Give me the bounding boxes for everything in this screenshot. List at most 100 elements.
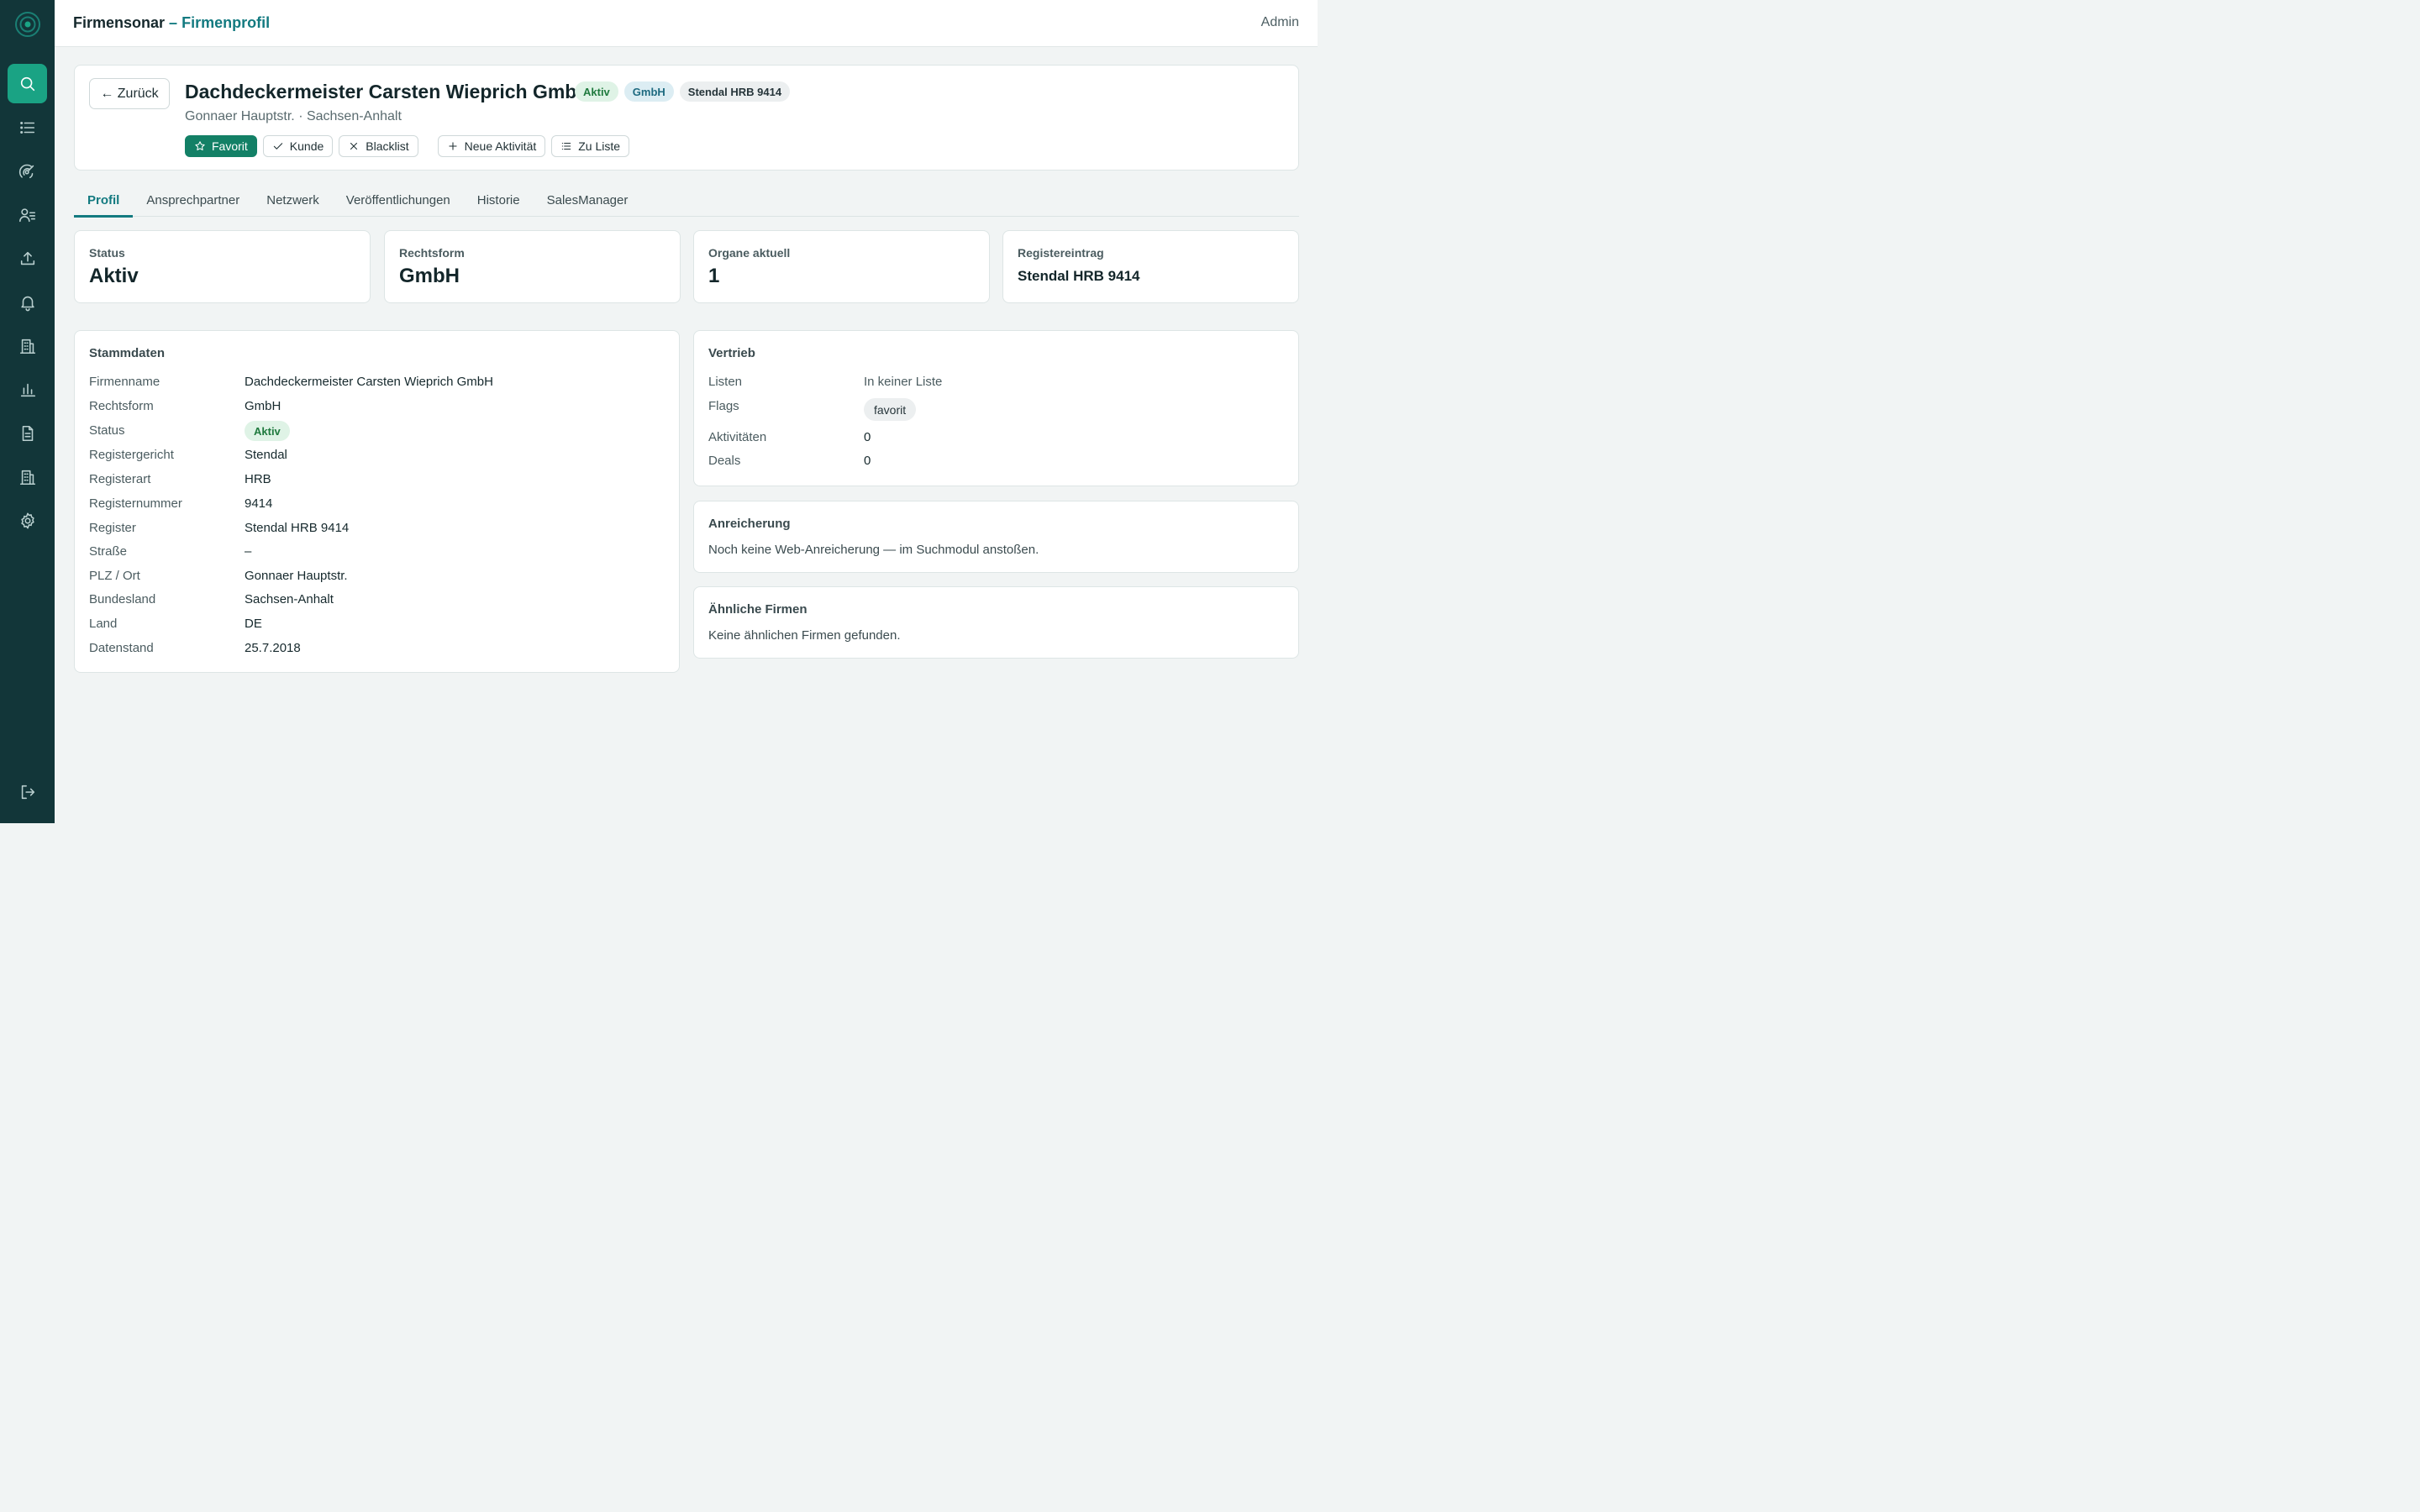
detail-key: Aktivitäten — [708, 430, 767, 444]
detail-key: Registerart — [89, 472, 151, 486]
user-list-icon — [18, 207, 35, 222]
detail-row-listen: Listen In keiner Liste — [708, 375, 942, 389]
building-icon — [19, 339, 35, 354]
detail-value: 9414 — [245, 496, 273, 511]
stammdaten-card: Stammdaten Firmenname Dachdeckermeister … — [74, 330, 680, 673]
nav-upload[interactable] — [8, 239, 47, 278]
status-pill: Aktiv — [245, 421, 290, 441]
search-icon — [20, 76, 34, 91]
nav-logout[interactable] — [8, 772, 47, 811]
detail-row-aktivitaeten: Aktivitäten 0 — [708, 430, 871, 444]
detail-key: Status — [89, 423, 125, 438]
gear-icon — [20, 512, 34, 528]
bar-chart-icon — [20, 383, 35, 396]
nav-settings[interactable] — [8, 501, 47, 540]
sidebar — [0, 0, 55, 823]
tab-salesmanager[interactable]: SalesManager — [534, 183, 642, 217]
section-title: Anreicherung — [708, 517, 791, 531]
detail-row-register: Register Stendal HRB 9414 — [89, 521, 349, 535]
tab-historie[interactable]: Historie — [464, 183, 534, 217]
company-badges: Aktiv GmbH Stendal HRB 9414 — [575, 81, 791, 102]
detail-key: Straße — [89, 544, 128, 559]
star-icon — [195, 141, 205, 151]
building-alt-icon — [19, 470, 35, 485]
nav-contacts[interactable] — [8, 195, 47, 234]
nav-companies[interactable] — [8, 326, 47, 365]
add-to-list-label: Zu Liste — [578, 139, 621, 153]
blacklist-label: Blacklist — [366, 139, 409, 153]
nav-register[interactable] — [8, 457, 47, 496]
stat-label: Registereintrag — [1018, 246, 1104, 260]
favorite-label: Favorit — [212, 139, 248, 153]
nav-documents[interactable] — [8, 413, 47, 453]
tab-profil[interactable]: Profil — [74, 183, 134, 218]
customer-button[interactable]: Kunde — [262, 135, 334, 157]
detail-key: PLZ / Ort — [89, 569, 140, 583]
detail-value: Sachsen-Anhalt — [245, 592, 334, 606]
detail-row-land: Land DE — [89, 617, 262, 631]
legal-form-badge: GmbH — [623, 81, 674, 102]
radar-logo-icon — [15, 12, 40, 37]
stat-card-rechtsform: Rechtsform GmbH — [384, 230, 681, 303]
radar-icon — [18, 164, 34, 178]
check-icon — [273, 143, 282, 150]
register-badge: Stendal HRB 9414 — [679, 81, 791, 102]
blacklist-button[interactable]: Blacklist — [339, 135, 418, 157]
stat-label: Organe aktuell — [708, 246, 791, 260]
favorite-button[interactable]: Favorit — [185, 135, 257, 157]
add-to-list-button[interactable]: Zu Liste — [551, 135, 630, 157]
stat-value: Aktiv — [89, 265, 139, 287]
section-title: Stammdaten — [89, 346, 166, 360]
tab-veroeffentlichungen[interactable]: Veröffentlichungen — [333, 183, 464, 217]
nav-notifications[interactable] — [8, 282, 47, 322]
tab-ansprechpartner[interactable]: Ansprechpartner — [133, 183, 253, 217]
nav-analytics[interactable] — [8, 370, 47, 409]
detail-value: Stendal HRB 9414 — [245, 521, 350, 535]
detail-value: 25.7.2018 — [245, 641, 301, 655]
nav-lists[interactable] — [8, 108, 47, 147]
detail-row-plz-ort: PLZ / Ort Gonnaer Hauptstr. — [89, 569, 348, 583]
detail-value: 0 — [864, 454, 871, 468]
upload-icon — [20, 251, 34, 265]
nav-radar[interactable] — [8, 151, 47, 191]
back-button[interactable]: ← Zurück — [89, 78, 170, 109]
stat-value: Stendal HRB 9414 — [1018, 268, 1140, 284]
new-activity-label: Neue Aktivität — [464, 139, 537, 153]
detail-row-registernummer: Registernummer 9414 — [89, 496, 272, 511]
page-title: Firmensonar – Firmenprofil — [73, 14, 270, 32]
detail-value: DE — [245, 617, 262, 631]
detail-key: Firmenname — [89, 375, 160, 389]
profile-tabs: Profil Ansprechpartner Netzwerk Veröffen… — [74, 183, 1299, 218]
title-separator: – — [169, 14, 178, 31]
detail-key: Registernummer — [89, 496, 182, 511]
new-activity-button[interactable]: Neue Aktivität — [437, 135, 546, 157]
stat-card-organe: Organe aktuell 1 — [693, 230, 990, 303]
detail-key: Land — [89, 617, 118, 631]
detail-value: favorit — [864, 398, 917, 421]
company-header-card: ← Zurück Dachdeckermeister Carsten Wiepr… — [74, 65, 1299, 171]
user-menu[interactable]: Admin — [1261, 15, 1299, 30]
stat-card-status: Status Aktiv — [74, 230, 371, 303]
detail-value: HRB — [245, 472, 271, 486]
logout-icon — [21, 785, 34, 799]
section-title: Ähnliche Firmen — [708, 602, 808, 617]
section-title: Vertrieb — [708, 346, 755, 360]
tab-netzwerk[interactable]: Netzwerk — [253, 183, 333, 217]
detail-key: Register — [89, 521, 136, 535]
detail-row-datenstand: Datenstand 25.7.2018 — [89, 641, 301, 655]
stat-value: 1 — [708, 265, 720, 287]
detail-value: Gonnaer Hauptstr. — [245, 569, 348, 583]
close-icon — [350, 142, 358, 150]
vertrieb-card: Vertrieb Listen In keiner Liste Flags fa… — [693, 330, 1299, 486]
nav-search[interactable] — [8, 64, 47, 103]
action-bar: Favorit Kunde Blacklist Neue Aktivität Z… — [185, 135, 630, 157]
detail-value: – — [245, 544, 252, 559]
stat-value: GmbH — [399, 265, 460, 287]
detail-row-bundesland: Bundesland Sachsen-Anhalt — [89, 592, 334, 606]
company-name: Dachdeckermeister Carsten Wieprich GmbH — [185, 81, 591, 102]
detail-row-registergericht: Registergericht Stendal — [89, 448, 287, 462]
detail-value: Dachdeckermeister Carsten Wieprich GmbH — [245, 375, 493, 389]
detail-row-flags: Flags favorit — [708, 398, 917, 421]
stat-label: Rechtsform — [399, 246, 465, 260]
app-name: Firmensonar — [73, 14, 166, 31]
